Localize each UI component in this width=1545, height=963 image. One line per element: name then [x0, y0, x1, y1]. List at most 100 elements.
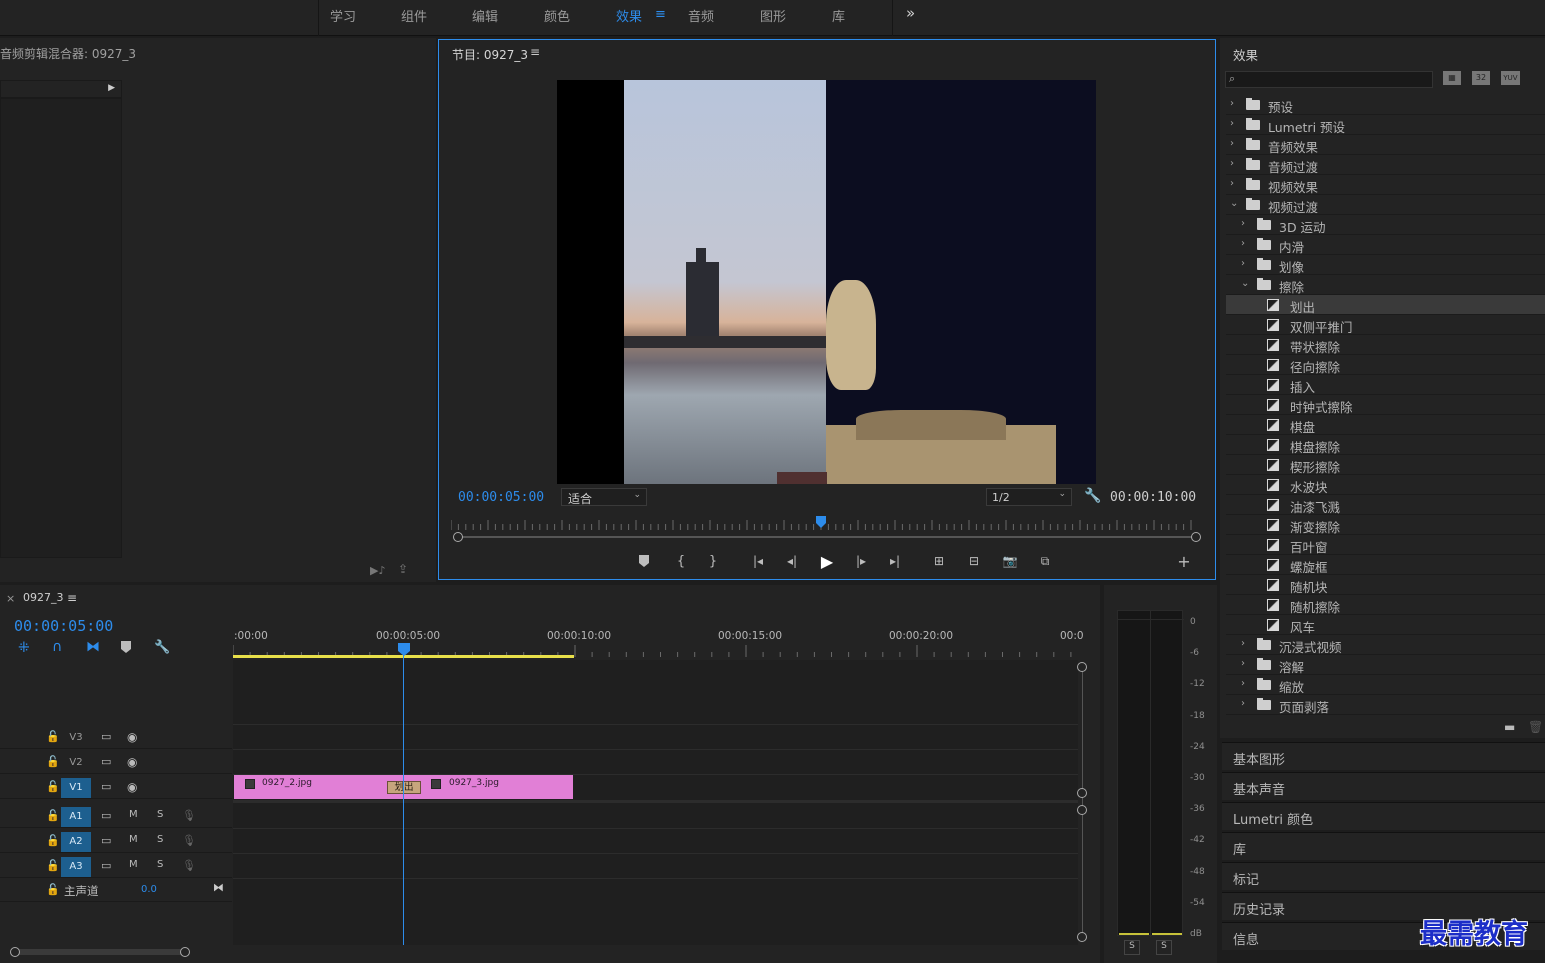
track-target-toggle[interactable]: A1 — [61, 807, 91, 827]
effect-item[interactable]: 棋盘擦除 — [1226, 435, 1545, 455]
effect-bin[interactable]: ⌄ 视频过渡 — [1226, 195, 1545, 215]
chevron-right-icon[interactable]: › — [1241, 218, 1245, 229]
chevron-right-icon[interactable]: › — [1241, 658, 1245, 669]
tab-assembly[interactable]: 组件 — [401, 6, 427, 25]
program-video-frame[interactable] — [557, 80, 1096, 484]
solo-left-button[interactable]: S — [1124, 940, 1140, 955]
timeline-vertical-scrollbar[interactable] — [1077, 660, 1089, 945]
mark-out-icon[interactable]: } — [706, 553, 720, 569]
linked-selection-icon[interactable]: ⧓ — [86, 639, 100, 655]
effect-bin[interactable]: ⌄ 擦除 — [1226, 275, 1545, 295]
effect-bin[interactable]: › Lumetri 预设 — [1226, 115, 1545, 135]
solo-right-button[interactable]: S — [1156, 940, 1172, 955]
effect-item[interactable]: 棋盘 — [1226, 415, 1545, 435]
new-bin-icon[interactable]: ▬ — [1504, 720, 1515, 734]
sync-lock-icon[interactable]: ▭ — [101, 809, 111, 822]
microphone-icon[interactable]: 🎙 — [182, 859, 196, 872]
side-panel-tab[interactable]: 基本图形 — [1222, 742, 1545, 770]
lock-icon[interactable]: 🔓 — [46, 859, 60, 872]
chevron-down-icon[interactable]: ⌄ — [1241, 278, 1249, 289]
solo-button[interactable]: S — [157, 834, 163, 845]
track-target-toggle[interactable]: A3 — [61, 857, 91, 877]
sequence-tab[interactable]: 0927_3 — [23, 591, 64, 604]
lock-icon[interactable]: 🔓 — [46, 834, 60, 847]
timeline-timecode[interactable]: 00:00:05:00 — [14, 617, 113, 635]
effect-bin[interactable]: › 溶解 — [1226, 655, 1545, 675]
effect-bin[interactable]: › 预设 — [1226, 95, 1545, 115]
track-target-toggle[interactable]: V3 — [61, 728, 91, 748]
program-current-timecode[interactable]: 00:00:05:00 — [458, 490, 544, 505]
timeline-playhead[interactable] — [398, 643, 410, 945]
more-workspaces-icon[interactable]: » — [906, 4, 915, 22]
master-go-to-icon[interactable]: ⧓ — [213, 881, 224, 894]
clip-name[interactable]: 0927_3.jpg — [449, 778, 499, 788]
eye-icon[interactable]: ◉ — [127, 755, 137, 769]
effect-item[interactable]: 随机擦除 — [1226, 595, 1545, 615]
effect-item[interactable]: 时钟式擦除 — [1226, 395, 1545, 415]
settings-wrench-icon[interactable]: 🔧 — [1084, 488, 1101, 504]
effect-item[interactable]: 螺旋框 — [1226, 555, 1545, 575]
timeline-settings-wrench-icon[interactable]: 🔧 — [154, 640, 170, 655]
solo-button[interactable]: S — [157, 809, 163, 820]
sync-lock-icon[interactable]: ▭ — [101, 834, 111, 847]
nest-sequence-icon[interactable]: ⁜ — [18, 640, 30, 656]
effect-item[interactable]: 双侧平推门 — [1226, 315, 1545, 335]
chevron-right-icon[interactable]: › — [1241, 638, 1245, 649]
add-marker-icon[interactable] — [121, 641, 131, 653]
32-bit-icon[interactable]: 32 — [1472, 71, 1490, 85]
program-zoom-scrollbar[interactable] — [453, 532, 1201, 542]
chevron-right-icon[interactable]: › — [1241, 238, 1245, 249]
tab-editing[interactable]: 编辑 — [472, 6, 498, 25]
chevron-right-icon[interactable]: › — [1241, 258, 1245, 269]
microphone-icon[interactable]: 🎙 — [182, 834, 196, 847]
sequence-menu-icon[interactable]: ≡ — [67, 591, 77, 605]
zoom-select[interactable]: 适合 ⌄ — [561, 488, 647, 506]
effect-item[interactable]: 百叶窗 — [1226, 535, 1545, 555]
track-target-toggle[interactable]: A2 — [61, 832, 91, 852]
step-back-icon[interactable]: ◂| — [784, 553, 800, 569]
tab-graphics[interactable]: 图形 — [760, 6, 786, 25]
close-icon[interactable]: × — [6, 592, 15, 605]
effect-item[interactable]: 划出 — [1226, 295, 1545, 315]
mute-button[interactable]: M — [129, 859, 138, 870]
effect-item[interactable]: 楔形擦除 — [1226, 455, 1545, 475]
program-playhead[interactable] — [816, 516, 826, 528]
microphone-icon[interactable]: 🎙 — [182, 809, 196, 822]
mark-in-icon[interactable]: { — [674, 553, 688, 569]
extract-icon[interactable]: ⊟ — [964, 553, 984, 569]
step-forward-icon[interactable]: |▸ — [853, 553, 869, 569]
delete-icon[interactable]: 🗑 — [1528, 720, 1543, 734]
lock-icon[interactable]: 🔓 — [46, 809, 60, 822]
chevron-right-icon[interactable]: › — [1241, 678, 1245, 689]
track-target-toggle[interactable]: V2 — [61, 753, 91, 773]
chevron-right-icon[interactable]: › — [1230, 138, 1234, 149]
expand-arrow-icon[interactable]: ▶ — [108, 83, 115, 93]
side-panel-tab[interactable]: 库 — [1222, 832, 1545, 860]
lift-icon[interactable]: ⊞ — [929, 553, 949, 569]
accelerated-effects-icon[interactable]: ▦ — [1443, 71, 1461, 85]
export-frame-icon[interactable]: 📷 — [1001, 553, 1019, 569]
effect-bin[interactable]: › 沉浸式视频 — [1226, 635, 1545, 655]
master-volume-value[interactable]: 0.0 — [141, 884, 157, 895]
mute-button[interactable]: M — [129, 809, 138, 820]
chevron-down-icon[interactable]: ⌄ — [1230, 198, 1238, 209]
tab-learn[interactable]: 学习 — [330, 6, 356, 25]
effects-search-input[interactable]: ⌕ — [1225, 71, 1433, 88]
track-area[interactable] — [233, 660, 1078, 945]
sync-lock-icon[interactable]: ▭ — [101, 755, 111, 768]
effect-bin[interactable]: › 划像 — [1226, 255, 1545, 275]
lock-icon[interactable]: 🔓 — [46, 780, 60, 793]
effect-item[interactable]: 带状擦除 — [1226, 335, 1545, 355]
go-to-in-icon[interactable]: |◂ — [749, 553, 767, 569]
tab-libraries[interactable]: 库 — [832, 6, 845, 25]
yuv-icon[interactable]: YUV — [1501, 71, 1520, 85]
comparison-view-icon[interactable]: ⧉ — [1035, 553, 1055, 569]
eye-icon[interactable]: ◉ — [127, 730, 137, 744]
effect-item[interactable]: 径向擦除 — [1226, 355, 1545, 375]
solo-button[interactable]: S — [157, 859, 163, 870]
go-to-out-icon[interactable]: ▸| — [886, 553, 904, 569]
side-panel-tab[interactable]: Lumetri 颜色 — [1222, 802, 1545, 830]
resolution-select[interactable]: 1/2 ⌄ — [986, 488, 1072, 506]
button-editor-icon[interactable]: + — [1176, 552, 1192, 571]
clip-name[interactable]: 0927_2.jpg — [262, 778, 312, 788]
